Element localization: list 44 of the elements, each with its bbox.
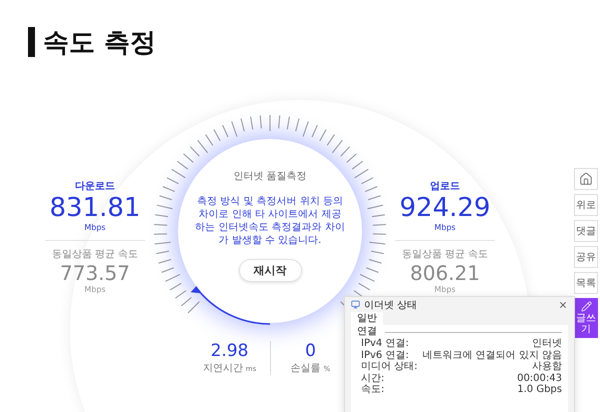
side-menu-button[interactable]: 글쓰기 <box>574 298 598 338</box>
average-label: 동일상품 평균 속도 <box>52 248 138 261</box>
unit-label: Mbps <box>84 285 106 294</box>
field-value: 00:00:43 <box>517 372 562 384</box>
speed-value: 924.29 <box>400 193 490 223</box>
unit-label: Mbps <box>434 285 456 294</box>
average-value: 773.57 <box>60 261 130 285</box>
field-label: IPv4 연결: <box>361 338 409 350</box>
field-value: 네트워크에 연결되어 있지 않음 <box>422 350 562 361</box>
speed-value: 831.81 <box>50 193 140 223</box>
field-value: 1.0 Gbps <box>517 384 562 396</box>
restart-button[interactable]: 재시작 <box>238 259 302 282</box>
side-menu-button[interactable]: 공유 <box>574 246 598 268</box>
field-label: 시간: <box>361 372 384 384</box>
title-bar-mark <box>28 27 35 57</box>
network-icon <box>351 300 360 309</box>
dial-title: 인터넷 품질측정 <box>233 170 307 183</box>
side-menu-button[interactable]: 댓글 <box>574 220 598 242</box>
stat-label: 다운로드 <box>75 180 115 193</box>
close-icon[interactable] <box>558 300 568 310</box>
pencil-icon <box>580 301 592 312</box>
notice-text: 측정 방식 및 측정서버 위치 등의 차이로 인해 타 사이트에서 제공하는 인터넷속도 측정결과와 차이가 발생할 수 있습니다. <box>195 195 345 247</box>
field-label: 속도: <box>361 384 384 396</box>
average-value: 806.21 <box>410 261 480 285</box>
unit-label: Mbps <box>434 223 456 232</box>
page-title: 속도 측정 <box>43 26 156 60</box>
stat-label: 업로드 <box>430 180 460 193</box>
field-value: 인터넷 <box>532 338 562 350</box>
home-icon <box>579 172 593 186</box>
side-menu-button[interactable]: 위로 <box>574 194 598 216</box>
section-label: 연결 <box>357 326 377 338</box>
home-button[interactable] <box>574 168 598 190</box>
unit-label: Mbps <box>84 223 106 232</box>
field-value: 사용함 <box>532 361 562 372</box>
metric-value: 0 <box>305 341 316 361</box>
side-menu-button[interactable]: 목록 <box>574 272 598 294</box>
average-label: 동일상품 평균 속도 <box>402 248 488 261</box>
metric-value: 2.98 <box>210 341 248 361</box>
field-label: IPv6 연결: <box>361 350 409 361</box>
field-label: 미디어 상태: <box>361 361 418 372</box>
metric-label: 손실률 <box>290 362 321 375</box>
tab[interactable]: 일반 <box>351 312 383 325</box>
window-title: 이더넷 상태 <box>364 298 418 312</box>
metric-label: 지연시간 <box>202 362 243 375</box>
